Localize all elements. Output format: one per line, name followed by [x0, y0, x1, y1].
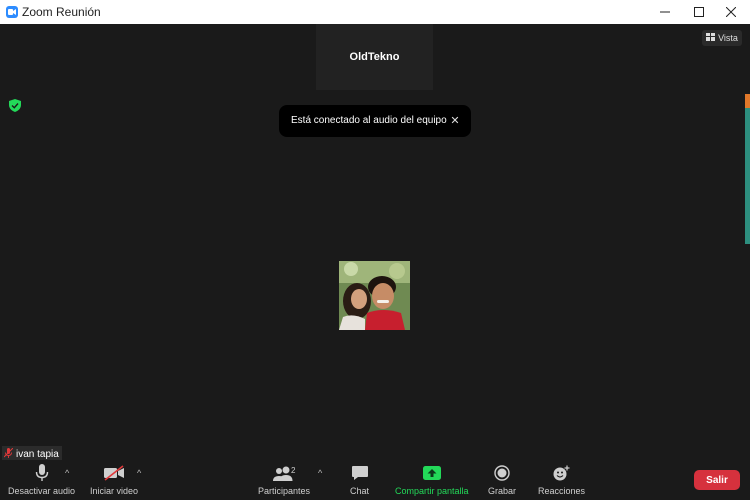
avatar	[339, 261, 410, 330]
audio-connected-toast: Está conectado al audio del equipo ✕	[279, 105, 471, 137]
meeting-area: OldTekno Vista Está conectado al audio d…	[0, 24, 750, 460]
mute-audio-label: Desactivar audio	[8, 486, 76, 496]
zoom-logo-icon	[6, 6, 18, 18]
video-off-icon	[103, 462, 125, 484]
edge-stripe	[745, 94, 750, 244]
participant-name-tile[interactable]: OldTekno	[316, 24, 433, 90]
meeting-toolbar: Desactivar audio ^ Iniciar video ^ Parti…	[0, 460, 750, 500]
record-button[interactable]: Grabar	[488, 462, 516, 496]
leave-meeting-button[interactable]: Salir	[694, 470, 740, 490]
leave-label: Salir	[706, 474, 728, 486]
security-shield-icon[interactable]	[9, 99, 21, 117]
edge-stripe-accent	[745, 94, 750, 108]
start-video-label: Iniciar video	[90, 486, 139, 496]
reactions-button[interactable]: Reacciones	[538, 462, 585, 496]
window-title: Zoom Reunión	[22, 5, 101, 19]
self-name: ivan tapia	[16, 448, 59, 460]
reactions-label: Reacciones	[538, 486, 586, 496]
record-label: Grabar	[488, 486, 517, 496]
view-button[interactable]: Vista	[702, 30, 742, 46]
chat-icon	[351, 462, 369, 484]
toast-message: Está conectado al audio del equipo	[291, 115, 447, 126]
maximize-button[interactable]	[684, 0, 714, 24]
share-screen-label: Compartir pantalla	[395, 486, 469, 496]
share-screen-icon	[422, 462, 441, 484]
video-options-chevron-icon[interactable]: ^	[137, 468, 141, 478]
audio-options-chevron-icon[interactable]: ^	[65, 468, 69, 478]
microphone-icon	[35, 462, 49, 484]
participants-label: Participantes	[258, 486, 311, 496]
participants-options-chevron-icon[interactable]: ^	[318, 468, 322, 478]
muted-mic-icon	[3, 447, 14, 461]
share-screen-button[interactable]: Compartir pantalla	[395, 462, 469, 496]
reactions-smiley-icon	[553, 462, 571, 484]
participants-count-badge: 2	[291, 466, 296, 475]
grid-icon	[706, 33, 716, 43]
participant-name: OldTekno	[349, 51, 400, 63]
minimize-button[interactable]	[650, 0, 680, 24]
title-bar: Zoom Reunión	[0, 0, 750, 24]
toast-close-icon[interactable]: ✕	[449, 114, 461, 127]
chat-button[interactable]: Chat	[350, 462, 369, 496]
chat-label: Chat	[350, 486, 370, 496]
start-video-button[interactable]: Iniciar video	[90, 462, 138, 496]
record-icon	[494, 462, 510, 484]
close-window-button[interactable]	[716, 0, 746, 24]
view-label: Vista	[718, 33, 738, 43]
participants-button[interactable]: Participantes	[258, 462, 310, 496]
